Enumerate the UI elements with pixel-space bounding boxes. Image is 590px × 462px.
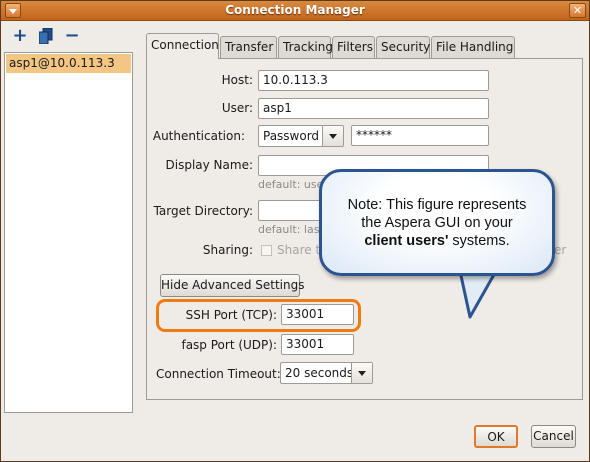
callout-tail (458, 271, 498, 319)
sharing-label: Sharing: (202, 243, 253, 257)
authentication-label: Authentication: (152, 129, 245, 143)
host-label: Host: (221, 73, 253, 87)
tab-transfer[interactable]: Transfer (220, 36, 277, 58)
authentication-value: Password (263, 129, 320, 143)
sharing-checkbox[interactable] (261, 245, 272, 256)
cancel-button[interactable]: Cancel (531, 425, 576, 448)
chevron-down-icon[interactable] (322, 126, 343, 146)
tab-file-handling[interactable]: File Handling (431, 36, 515, 58)
display-name-hint: default: use (258, 178, 324, 191)
tab-tracking[interactable]: Tracking (278, 36, 333, 58)
hide-advanced-settings-button[interactable]: Hide Advanced Settings (160, 274, 304, 297)
ok-button[interactable]: OK (474, 425, 518, 448)
close-window-icon[interactable]: ✕ (569, 3, 586, 18)
fasp-port-field[interactable]: 33001 (281, 334, 354, 355)
target-directory-hint: default: last (258, 223, 324, 236)
display-name-label: Display Name: (165, 158, 254, 172)
connection-manager-window: Connection Manager ✕ + − asp1@10.0.113.3… (0, 0, 590, 462)
callout-line-2: the Aspera GUI on your (361, 215, 513, 231)
remove-icon[interactable]: − (63, 27, 81, 46)
connection-timeout-value: 20 seconds (285, 366, 354, 380)
duplicate-icon[interactable] (37, 27, 55, 46)
connection-timeout-select[interactable]: 20 seconds (280, 362, 373, 384)
callout-line-3: client users' systems. (322, 232, 552, 250)
add-icon[interactable]: + (11, 27, 29, 46)
callout-line-3-rest: systems. (448, 233, 510, 249)
host-field[interactable]: 10.0.113.3 (258, 70, 489, 91)
authentication-select[interactable]: Password (258, 125, 344, 147)
chevron-down-icon[interactable] (351, 363, 372, 383)
ssh-port-highlight (156, 299, 361, 332)
target-directory-label: Target Directory: (153, 204, 253, 218)
sidebar-item-asp1[interactable]: asp1@10.0.113.3 (6, 54, 131, 73)
connection-timeout-label: Connection Timeout: (156, 367, 281, 381)
callout-line-1: Note: This figure represents (347, 197, 527, 213)
window-title: Connection Manager (225, 3, 365, 17)
fasp-port-label: fasp Port (UDP): (181, 338, 277, 352)
tab-connection[interactable]: Connection (146, 33, 219, 59)
tab-security[interactable]: Security (376, 36, 430, 58)
password-field[interactable]: ****** (351, 125, 489, 146)
note-callout: Note: This figure represents the Aspera … (319, 169, 555, 276)
user-field[interactable]: asp1 (258, 98, 489, 119)
user-label: User: (221, 101, 253, 115)
connection-list: asp1@10.0.113.3 (4, 52, 133, 413)
title-bar[interactable]: Connection Manager ✕ (1, 1, 589, 21)
tab-filters[interactable]: Filters (332, 36, 375, 58)
sharing-text-end: er (554, 243, 567, 257)
callout-bold-text: client users' (364, 233, 449, 249)
